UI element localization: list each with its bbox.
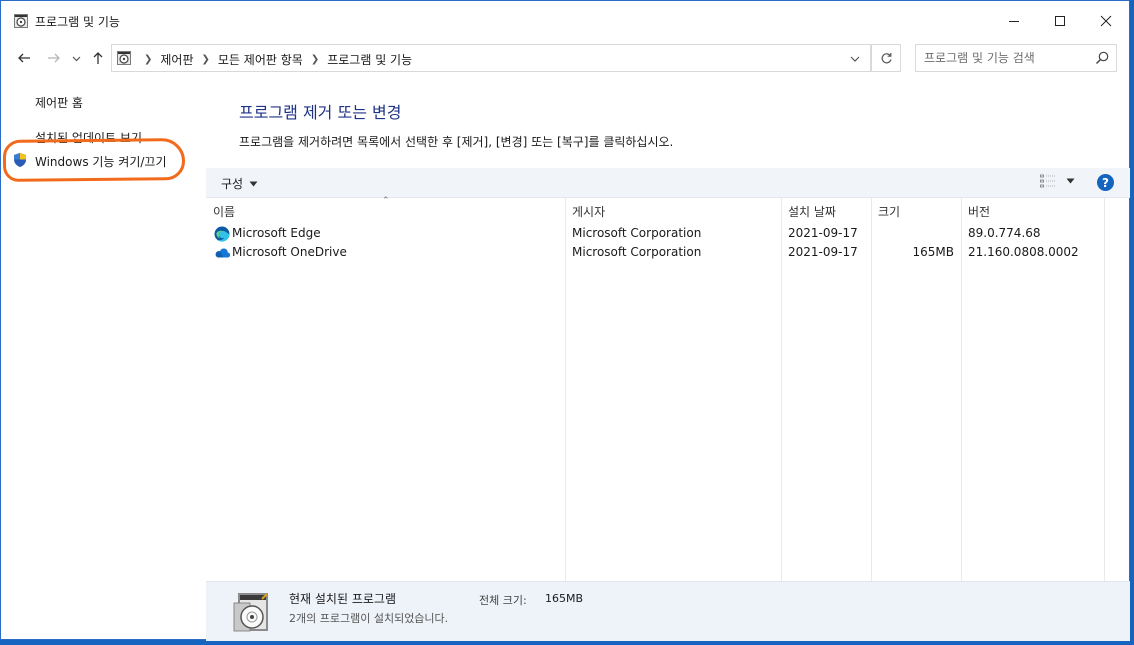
- column-header-name[interactable]: 이름: [213, 203, 235, 220]
- caret-down-icon: [249, 181, 258, 186]
- chevron-down-icon: [72, 56, 80, 61]
- program-publisher: Microsoft Corporation: [572, 245, 702, 259]
- column-header-version[interactable]: 버전: [968, 203, 990, 220]
- minimize-icon: [1009, 21, 1019, 22]
- table-row[interactable]: Microsoft OneDrive Microsoft Corporation…: [206, 243, 1106, 262]
- programs-and-features-window: 프로그램 및 기능 ❯ 제어판 ❯ 모든 제어판 항목 ❯ 프로그램 및 기능 …: [0, 0, 1130, 641]
- installed-programs-icon: [232, 589, 272, 635]
- column-header-row: ⌃ 이름 게시자 설치 날짜 크기 버전: [206, 196, 1106, 220]
- edge-icon: [214, 226, 230, 242]
- organize-button[interactable]: 구성: [221, 175, 258, 192]
- change-view-button[interactable]: [1040, 174, 1075, 188]
- refresh-button[interactable]: [871, 44, 901, 72]
- navigation-bar: ❯ 제어판 ❯ 모든 제어판 항목 ❯ 프로그램 및 기능: [1, 41, 1129, 75]
- chevron-right-icon[interactable]: ❯: [144, 54, 152, 65]
- breadcrumb-programs[interactable]: 프로그램 및 기능: [327, 51, 412, 68]
- control-panel-home-link[interactable]: 제어판 홈: [35, 94, 83, 111]
- column-header-size[interactable]: 크기: [878, 203, 900, 220]
- details-pane: 현재 설치된 프로그램 전체 크기: 165MB 2개의 프로그램이 설치되었습…: [206, 581, 1130, 641]
- breadcrumb-all-items[interactable]: 모든 제어판 항목: [218, 51, 303, 68]
- close-button[interactable]: [1083, 1, 1129, 41]
- program-version: 89.0.774.68: [968, 226, 1041, 240]
- task-pane: 제어판 홈 설치된 업데이트 보기 Windows 기능 켜기/끄기: [1, 75, 206, 641]
- recent-locations-button[interactable]: [69, 49, 83, 67]
- forward-button[interactable]: [45, 49, 63, 67]
- organize-label: 구성: [221, 177, 244, 191]
- program-name: Microsoft OneDrive: [232, 245, 347, 259]
- close-icon: [1100, 15, 1112, 27]
- chevron-down-icon: [850, 56, 860, 62]
- arrow-right-icon: [48, 53, 60, 63]
- total-size-label: 전체 크기:: [479, 594, 527, 607]
- command-bar: 구성 ?: [206, 168, 1130, 198]
- table-row[interactable]: Microsoft Edge Microsoft Corporation 202…: [206, 224, 1106, 243]
- minimize-button[interactable]: [991, 1, 1037, 41]
- program-install-date: 2021-09-17: [788, 226, 858, 240]
- address-bar[interactable]: ❯ 제어판 ❯ 모든 제어판 항목 ❯ 프로그램 및 기능: [111, 44, 871, 72]
- caret-down-icon: [1066, 178, 1075, 184]
- up-button[interactable]: [89, 49, 107, 67]
- onedrive-icon: [214, 245, 231, 261]
- column-header-publisher[interactable]: 게시자: [572, 203, 605, 220]
- program-publisher: Microsoft Corporation: [572, 226, 702, 240]
- sort-ascending-icon: ⌃: [382, 196, 390, 206]
- chevron-right-icon[interactable]: ❯: [311, 54, 319, 65]
- breadcrumb: ❯ 제어판 ❯ 모든 제어판 항목 ❯ 프로그램 및 기능: [136, 51, 412, 68]
- chevron-right-icon[interactable]: ❯: [202, 54, 210, 65]
- control-panel-icon: [116, 50, 132, 66]
- maximize-icon: [1055, 16, 1065, 26]
- back-button[interactable]: [15, 49, 33, 67]
- page-description: 프로그램을 제거하려면 목록에서 선택한 후 [제거], [변경] 또는 [복구…: [239, 135, 674, 149]
- window-title: 프로그램 및 기능: [35, 15, 120, 29]
- arrow-left-icon: [18, 53, 30, 63]
- title-bar[interactable]: 프로그램 및 기능: [1, 1, 1129, 41]
- details-title: 현재 설치된 프로그램: [289, 592, 396, 606]
- help-button[interactable]: ?: [1097, 174, 1114, 191]
- column-header-installed-on[interactable]: 설치 날짜: [788, 203, 836, 220]
- page-title: 프로그램 제거 또는 변경: [239, 103, 402, 122]
- breadcrumb-control-panel[interactable]: 제어판: [160, 51, 193, 68]
- search-input[interactable]: [916, 45, 1086, 71]
- program-size: 165MB: [912, 245, 955, 259]
- search-box[interactable]: [915, 44, 1117, 72]
- search-icon[interactable]: [1094, 50, 1110, 66]
- main-content: 프로그램 제거 또는 변경 프로그램을 제거하려면 목록에서 선택한 후 [제거…: [206, 75, 1130, 641]
- total-size-value: 165MB: [545, 592, 584, 605]
- refresh-icon: [881, 52, 892, 63]
- program-install-date: 2021-09-17: [788, 245, 858, 259]
- maximize-button[interactable]: [1037, 1, 1083, 41]
- address-history-button[interactable]: [847, 51, 863, 67]
- program-list[interactable]: ⌃ 이름 게시자 설치 날짜 크기 버전 Microsoft Edge Micr…: [206, 196, 1130, 581]
- program-version: 21.160.0808.0002: [968, 245, 1079, 259]
- highlight-annotation: [2, 138, 186, 182]
- details-view-icon: [1040, 174, 1055, 188]
- program-count: 2개의 프로그램이 설치되었습니다.: [289, 612, 449, 625]
- programs-app-icon: [13, 13, 29, 29]
- arrow-up-icon: [93, 52, 103, 64]
- program-name: Microsoft Edge: [232, 226, 321, 240]
